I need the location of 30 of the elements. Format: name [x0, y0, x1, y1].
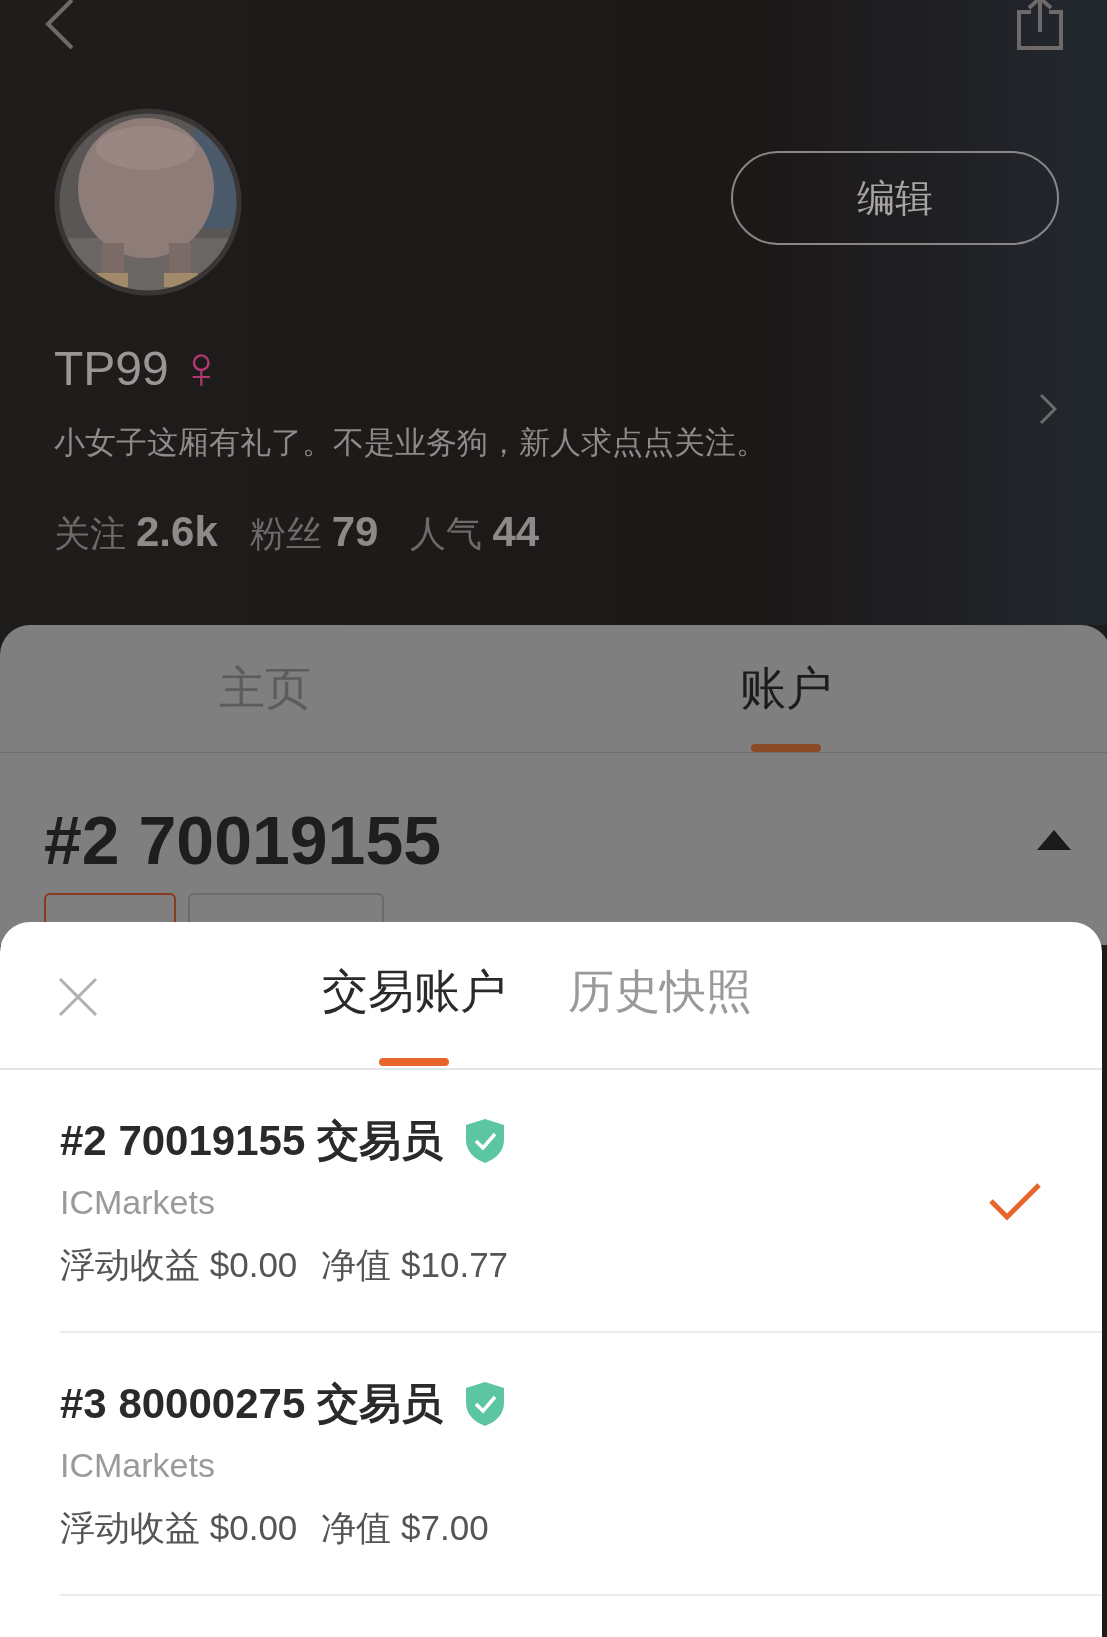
tab-underline	[379, 1058, 449, 1066]
stat-label: 粉丝	[249, 512, 322, 556]
account-stat: 净值 $7.00	[321, 1506, 489, 1549]
gender-symbol: ♀	[178, 338, 224, 398]
collapse-icon[interactable]	[1037, 830, 1071, 850]
broker-name: ICMarkets	[60, 1445, 216, 1485]
chevron-right-icon[interactable]	[1039, 393, 1057, 425]
tab-underline	[750, 744, 821, 752]
account-row[interactable]: #3 80000275 交易员 ICMarkets 浮动收益 $0.00 净值 $7.00	[60, 1333, 1102, 1596]
account-stat: 浮动收益 $0.00	[60, 1506, 298, 1549]
stat-value: 44	[492, 508, 540, 556]
stat-label: 关注	[54, 512, 126, 556]
tab[interactable]: 账户	[739, 657, 832, 720]
shield-check-icon	[464, 1117, 505, 1164]
close-icon[interactable]	[58, 977, 98, 1017]
bio-text: 小女子这厢有礼了。不是业务狗，新人求点点关注。	[54, 424, 767, 462]
username: TP99	[54, 340, 169, 396]
stat-value: 2.6k	[136, 508, 218, 556]
stat-value: 79	[331, 508, 379, 556]
edit-button[interactable]: 编辑	[731, 151, 1059, 245]
account-stat: 浮动收益 $0.00	[60, 1243, 298, 1286]
stat-label: 人气	[410, 512, 483, 556]
share-icon[interactable]	[1015, 0, 1065, 50]
account-title[interactable]: #3 80000275 交易员	[60, 1375, 443, 1432]
broker-name: ICMarkets	[60, 1182, 216, 1222]
account-title[interactable]: #2 70019155 交易员	[60, 1112, 443, 1169]
account-title: #2 70019155	[44, 801, 442, 879]
sheet-tab[interactable]: 交易账户	[322, 961, 506, 1023]
shield-check-icon	[464, 1380, 505, 1427]
account-stat: 净值 $10.77	[321, 1243, 509, 1286]
